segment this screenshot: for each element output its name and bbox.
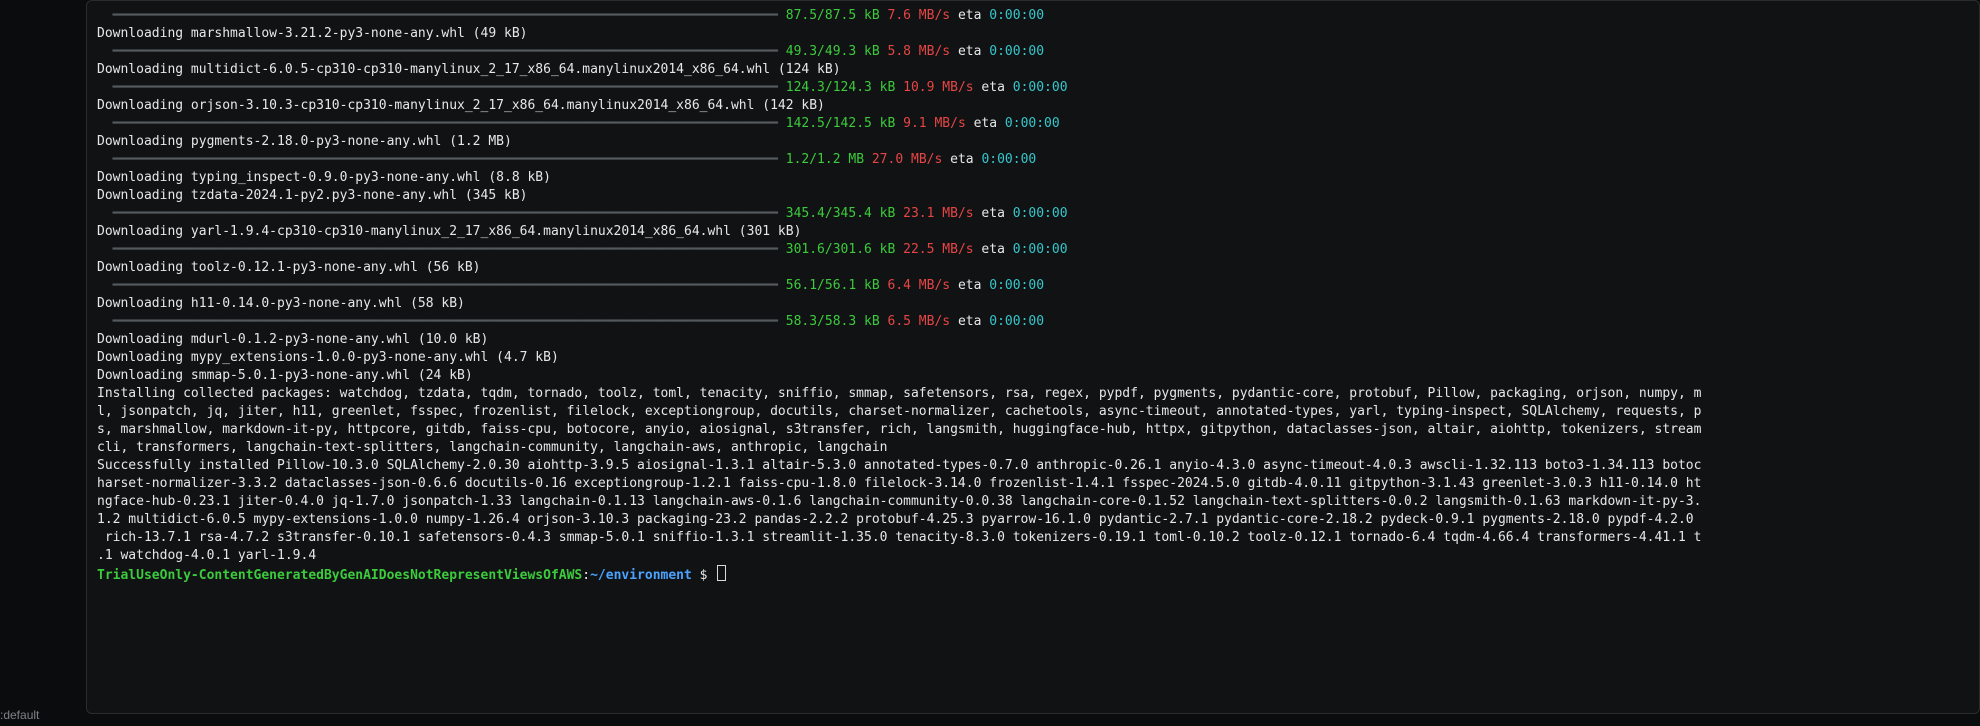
- progress-line: ━━━━━━━━━━━━━━━━━━━━━━━━━━━━━━━━━━━━━━━━…: [97, 313, 1979, 331]
- success-line: 1.2 multidict-6.0.5 mypy-extensions-1.0.…: [97, 511, 1979, 529]
- progress-speed: 22.5 MB/s: [903, 242, 973, 257]
- download-line: Downloading tzdata-2024.1-py2.py3-none-a…: [97, 187, 1979, 205]
- download-line: Downloading h11-0.14.0-py3-none-any.whl …: [97, 295, 1979, 313]
- eta-value: 0:00:00: [989, 44, 1044, 59]
- eta-label: eta: [966, 116, 1005, 131]
- eta-value: 0:00:00: [981, 152, 1036, 167]
- bottom-left-label: :default: [0, 706, 39, 724]
- installing-line: Installing collected packages: watchdog,…: [97, 385, 1979, 403]
- download-line: Downloading orjson-3.10.3-cp310-cp310-ma…: [97, 97, 1979, 115]
- eta-value: 0:00:00: [1013, 242, 1068, 257]
- installing-line: l, jsonpatch, jq, jiter, h11, greenlet, …: [97, 403, 1979, 421]
- installing-line: s, marshmallow, markdown-it-py, httpcore…: [97, 421, 1979, 439]
- progress-speed: 10.9 MB/s: [903, 80, 973, 95]
- progress-size: 49.3/49.3 kB: [786, 44, 880, 59]
- eta-value: 0:00:00: [1005, 116, 1060, 131]
- download-line: Downloading smmap-5.0.1-py3-none-any.whl…: [97, 367, 1979, 385]
- progress-size: 58.3/58.3 kB: [786, 314, 880, 329]
- eta-label: eta: [950, 44, 989, 59]
- progress-line: ━━━━━━━━━━━━━━━━━━━━━━━━━━━━━━━━━━━━━━━━…: [97, 277, 1979, 295]
- download-line: Downloading mdurl-0.1.2-py3-none-any.whl…: [97, 331, 1979, 349]
- download-line: Downloading mypy_extensions-1.0.0-py3-no…: [97, 349, 1979, 367]
- eta-label: eta: [942, 152, 981, 167]
- eta-value: 0:00:00: [989, 8, 1044, 23]
- progress-size: 345.4/345.4 kB: [786, 206, 896, 221]
- cursor-icon: [717, 565, 726, 581]
- download-line: Downloading marshmallow-3.21.2-py3-none-…: [97, 25, 1979, 43]
- progress-speed: 27.0 MB/s: [872, 152, 942, 167]
- progress-size: 142.5/142.5 kB: [786, 116, 896, 131]
- progress-size: 124.3/124.3 kB: [786, 80, 896, 95]
- eta-label: eta: [974, 206, 1013, 221]
- progress-speed: 7.6 MB/s: [888, 8, 951, 23]
- success-line: rich-13.7.1 rsa-4.7.2 s3transfer-0.10.1 …: [97, 529, 1979, 547]
- download-line: Downloading toolz-0.12.1-py3-none-any.wh…: [97, 259, 1979, 277]
- eta-value: 0:00:00: [1013, 80, 1068, 95]
- progress-line: ━━━━━━━━━━━━━━━━━━━━━━━━━━━━━━━━━━━━━━━━…: [97, 151, 1979, 169]
- download-line: Downloading pygments-2.18.0-py3-none-any…: [97, 133, 1979, 151]
- prompt-sym: $: [692, 568, 715, 583]
- terminal-panel[interactable]: ━━━━━━━━━━━━━━━━━━━━━━━━━━━━━━━━━━━━━━━━…: [86, 0, 1980, 714]
- eta-label: eta: [950, 314, 989, 329]
- download-line: Downloading yarl-1.9.4-cp310-cp310-manyl…: [97, 223, 1979, 241]
- progress-bar: ━━━━━━━━━━━━━━━━━━━━━━━━━━━━━━━━━━━━━━━━…: [97, 8, 786, 23]
- eta-label: eta: [950, 8, 989, 23]
- progress-bar: ━━━━━━━━━━━━━━━━━━━━━━━━━━━━━━━━━━━━━━━━…: [97, 80, 786, 95]
- progress-bar: ━━━━━━━━━━━━━━━━━━━━━━━━━━━━━━━━━━━━━━━━…: [97, 242, 786, 257]
- eta-value: 0:00:00: [989, 278, 1044, 293]
- progress-bar: ━━━━━━━━━━━━━━━━━━━━━━━━━━━━━━━━━━━━━━━━…: [97, 116, 786, 131]
- success-line: .1 watchdog-4.0.1 yarl-1.9.4: [97, 547, 1979, 565]
- prompt-line[interactable]: TrialUseOnly-ContentGeneratedByGenAIDoes…: [97, 565, 1979, 585]
- installing-line: cli, transformers, langchain-text-splitt…: [97, 439, 1979, 457]
- progress-speed: 6.4 MB/s: [888, 278, 951, 293]
- progress-speed: 5.8 MB/s: [888, 44, 951, 59]
- eta-value: 0:00:00: [1013, 206, 1068, 221]
- progress-bar: ━━━━━━━━━━━━━━━━━━━━━━━━━━━━━━━━━━━━━━━━…: [97, 206, 786, 221]
- progress-line: ━━━━━━━━━━━━━━━━━━━━━━━━━━━━━━━━━━━━━━━━…: [97, 241, 1979, 259]
- progress-speed: 6.5 MB/s: [888, 314, 951, 329]
- progress-line: ━━━━━━━━━━━━━━━━━━━━━━━━━━━━━━━━━━━━━━━━…: [97, 205, 1979, 223]
- progress-size: 1.2/1.2 MB: [786, 152, 864, 167]
- prompt-sep: :: [582, 568, 590, 583]
- progress-bar: ━━━━━━━━━━━━━━━━━━━━━━━━━━━━━━━━━━━━━━━━…: [97, 44, 786, 59]
- progress-bar: ━━━━━━━━━━━━━━━━━━━━━━━━━━━━━━━━━━━━━━━━…: [97, 314, 786, 329]
- prompt-path: ~/environment: [590, 568, 692, 583]
- eta-label: eta: [950, 278, 989, 293]
- download-line: Downloading typing_inspect-0.9.0-py3-non…: [97, 169, 1979, 187]
- progress-speed: 9.1 MB/s: [903, 116, 966, 131]
- progress-size: 301.6/301.6 kB: [786, 242, 896, 257]
- progress-speed: 23.1 MB/s: [903, 206, 973, 221]
- eta-value: 0:00:00: [989, 314, 1044, 329]
- progress-size: 56.1/56.1 kB: [786, 278, 880, 293]
- progress-bar: ━━━━━━━━━━━━━━━━━━━━━━━━━━━━━━━━━━━━━━━━…: [97, 278, 786, 293]
- terminal-output[interactable]: ━━━━━━━━━━━━━━━━━━━━━━━━━━━━━━━━━━━━━━━━…: [87, 7, 1979, 585]
- progress-line: ━━━━━━━━━━━━━━━━━━━━━━━━━━━━━━━━━━━━━━━━…: [97, 7, 1979, 25]
- progress-line: ━━━━━━━━━━━━━━━━━━━━━━━━━━━━━━━━━━━━━━━━…: [97, 43, 1979, 61]
- eta-label: eta: [974, 242, 1013, 257]
- progress-line: ━━━━━━━━━━━━━━━━━━━━━━━━━━━━━━━━━━━━━━━━…: [97, 115, 1979, 133]
- eta-label: eta: [974, 80, 1013, 95]
- progress-line: ━━━━━━━━━━━━━━━━━━━━━━━━━━━━━━━━━━━━━━━━…: [97, 79, 1979, 97]
- success-line: ngface-hub-0.23.1 jiter-0.4.0 jq-1.7.0 j…: [97, 493, 1979, 511]
- progress-size: 87.5/87.5 kB: [786, 8, 880, 23]
- success-line: harset-normalizer-3.3.2 dataclasses-json…: [97, 475, 1979, 493]
- download-line: Downloading multidict-6.0.5-cp310-cp310-…: [97, 61, 1979, 79]
- prompt-host: TrialUseOnly-ContentGeneratedByGenAIDoes…: [97, 568, 582, 583]
- success-line: Successfully installed Pillow-10.3.0 SQL…: [97, 457, 1979, 475]
- progress-bar: ━━━━━━━━━━━━━━━━━━━━━━━━━━━━━━━━━━━━━━━━…: [97, 152, 786, 167]
